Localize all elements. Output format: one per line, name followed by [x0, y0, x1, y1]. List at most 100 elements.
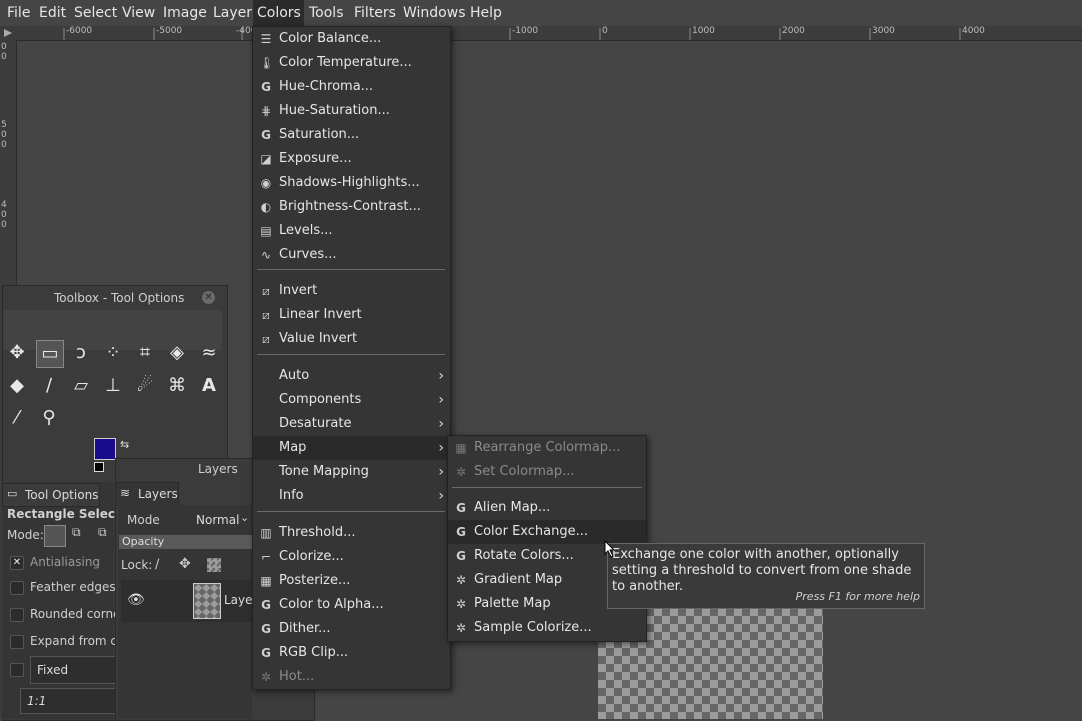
ratio-input[interactable]: 1:1 [20, 688, 116, 714]
plugin-gear-icon: ✲ [455, 465, 467, 479]
menu-item-color-balance[interactable]: ☰ Color Balance... [253, 27, 450, 51]
transform-tool-icon[interactable]: ◈ [164, 340, 190, 366]
menu-item-curves[interactable]: ∿ Curves... [253, 243, 450, 267]
menu-item-brightness-contrast[interactable]: ◐ Brightness-Contrast... [253, 195, 450, 219]
fixed-dropdown[interactable]: Fixed [30, 656, 116, 684]
crop-tool-icon[interactable]: ⌗ [132, 340, 158, 366]
ruler-corner[interactable] [0, 26, 16, 40]
menu-item-desaturate[interactable]: Desaturate › [253, 412, 450, 436]
menu-colors[interactable]: Colors [253, 0, 304, 26]
gegl-icon: G [261, 128, 271, 142]
fixed-checkbox[interactable] [10, 663, 24, 677]
lock-alpha-icon[interactable] [207, 558, 221, 572]
invert-icon: ⧄ [262, 332, 270, 346]
menu-item-map[interactable]: Map › [253, 436, 450, 460]
foreground-color-swatch[interactable] [94, 438, 116, 460]
menu-item-dither[interactable]: G Dither... [253, 617, 450, 641]
menu-item-levels[interactable]: ▤ Levels... [253, 219, 450, 243]
menu-item-tone-mapping[interactable]: Tone Mapping › [253, 460, 450, 484]
feather-checkbox[interactable] [10, 581, 24, 595]
move-tool-icon[interactable]: ✥ [4, 340, 30, 366]
menu-edit[interactable]: Edit [35, 0, 70, 26]
menu-item-hue-saturation[interactable]: ⋕ Hue-Saturation... [253, 99, 450, 123]
close-icon[interactable]: ✕ [202, 291, 215, 304]
tool-name: Rectangle Select [7, 507, 121, 521]
tab-tool-options[interactable]: ▭ Tool Options [2, 483, 100, 507]
menu-item-hue-chroma[interactable]: G Hue-Chroma... [253, 75, 450, 99]
rounded-checkbox[interactable] [10, 608, 24, 622]
menu-item-color-to-alpha[interactable]: G Color to Alpha... [253, 593, 450, 617]
menu-item-sample-colorize[interactable]: ✲ Sample Colorize... [448, 616, 646, 640]
menu-separator [257, 511, 445, 512]
menu-item-color-temperature[interactable]: 🌡 Color Temperature... [253, 51, 450, 75]
bucket-fill-icon[interactable]: ◆ [4, 373, 30, 399]
expand-checkbox[interactable] [10, 635, 24, 649]
menu-windows[interactable]: Windows [399, 0, 470, 26]
menu-view[interactable]: View [118, 0, 159, 26]
menu-select[interactable]: Select [70, 0, 121, 26]
menu-item-saturation[interactable]: G Saturation... [253, 123, 450, 147]
layer-mode-value: Normal [196, 513, 240, 527]
mode-replace-button[interactable] [44, 525, 66, 547]
fuzzy-select-icon[interactable]: ⁘ [100, 340, 126, 366]
menu-item-components[interactable]: Components › [253, 388, 450, 412]
plugin-gear-icon: ✲ [455, 597, 467, 611]
default-colors-icon[interactable] [94, 462, 104, 472]
chevron-right-icon: › [438, 392, 444, 408]
eye-icon[interactable]: 👁 [127, 592, 145, 608]
swap-colors-icon[interactable]: ⇆ [120, 438, 129, 451]
text-tool-icon[interactable]: A [196, 373, 222, 399]
plugin-gear-icon: ✲ [455, 621, 467, 635]
menu-item-colorize[interactable]: ⌐ Colorize... [253, 545, 450, 569]
menu-help[interactable]: Help [466, 0, 506, 26]
layer-row[interactable]: 👁 Layer [121, 580, 257, 622]
menu-item-auto[interactable]: Auto › [253, 364, 450, 388]
gegl-icon: G [261, 80, 271, 94]
menu-image[interactable]: Image [159, 0, 211, 26]
horizontal-ruler[interactable]: -6000 -5000 -400 -1000 0 1000 2000 3000 … [16, 26, 1082, 41]
menu-item-rgb-clip[interactable]: G RGB Clip... [253, 641, 450, 665]
menu-item-posterize[interactable]: ▦ Posterize... [253, 569, 450, 593]
zoom-tool-icon[interactable]: ⚲ [36, 405, 62, 431]
layer-mode-dropdown[interactable]: Normal ⌄ [190, 507, 252, 533]
mode-subtract-button[interactable]: ⧉ [98, 525, 114, 543]
menu-item-alien-map[interactable]: G Alien Map... [448, 496, 646, 520]
menu-item-linear-invert[interactable]: ⧄ Linear Invert [253, 303, 450, 327]
menu-item-invert[interactable]: ⧄ Invert [253, 279, 450, 303]
antialiasing-checkbox[interactable]: ✕ [10, 556, 24, 570]
menu-layer[interactable]: Layer [209, 0, 256, 26]
menu-item-info[interactable]: Info › [253, 484, 450, 508]
lock-pixels-icon[interactable]: ∕ [155, 557, 159, 572]
clone-tool-icon[interactable]: ⊥ [100, 373, 126, 399]
ruler-label: 4 [1, 200, 7, 210]
gegl-icon: G [261, 622, 271, 636]
opacity-slider[interactable]: Opacity [119, 535, 252, 549]
menu-item-exposure[interactable]: ◪ Exposure... [253, 147, 450, 171]
menu-item-color-exchange[interactable]: G Color Exchange... [448, 520, 646, 544]
paintbrush-icon[interactable]: ∕ [36, 373, 62, 399]
warp-tool-icon[interactable]: ≈ [196, 340, 222, 366]
gegl-icon: G [456, 501, 466, 515]
lock-position-icon[interactable]: ✥ [179, 556, 191, 572]
menu-item-value-invert[interactable]: ⧄ Value Invert [253, 327, 450, 351]
tab-layers[interactable]: ≋ Layers [115, 482, 179, 506]
smudge-tool-icon[interactable]: ☄ [132, 373, 158, 399]
menu-file[interactable]: File [3, 0, 34, 26]
ruler-label: -1000 [512, 26, 539, 36]
color-picker-icon[interactable]: ⁄ [4, 405, 30, 431]
menu-item-shadows-highlights[interactable]: ◉ Shadows-Highlights... [253, 171, 450, 195]
menu-tools[interactable]: Tools [305, 0, 348, 26]
lasso-tool-icon[interactable]: ↄ [68, 340, 94, 366]
paths-tool-icon[interactable]: ⌘ [164, 373, 190, 399]
menu-item-set-colormap[interactable]: ✲ Set Colormap... [448, 460, 646, 484]
menu-item-hot[interactable]: ✲ Hot... [253, 665, 450, 689]
mode-add-button[interactable]: ⧉ [72, 525, 88, 543]
chevron-right-icon: › [438, 440, 444, 456]
rect-select-tool-icon[interactable]: ▭ [36, 340, 64, 368]
menu-filters[interactable]: Filters [350, 0, 400, 26]
eraser-icon[interactable]: ▱ [68, 373, 94, 399]
tooltip-text: Exchange one color with another, optiona… [612, 547, 912, 594]
menu-item-threshold[interactable]: ▥ Threshold... [253, 521, 450, 545]
menu-separator [452, 487, 642, 488]
menu-item-rearrange-colormap[interactable]: ▦ Rearrange Colormap... [448, 436, 646, 460]
